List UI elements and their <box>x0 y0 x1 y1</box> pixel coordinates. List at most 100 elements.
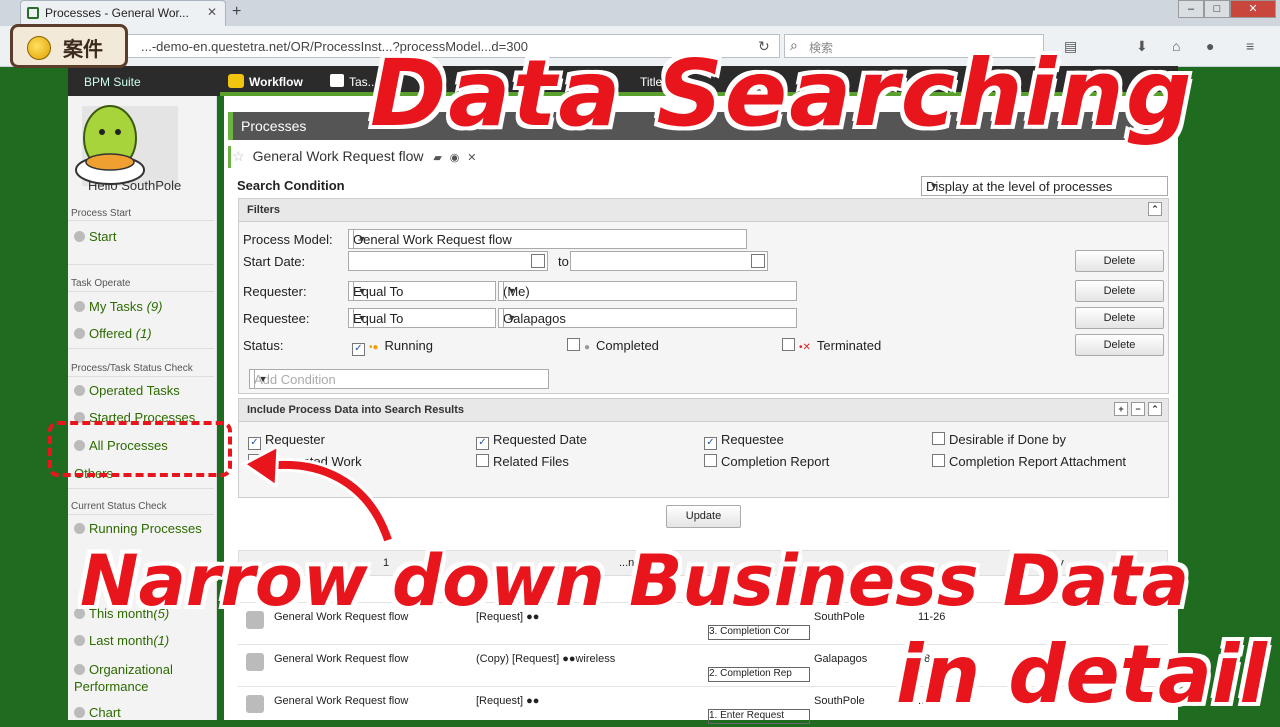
start-date-label: Start Date: <box>243 254 306 269</box>
status-running-checkbox[interactable]: ✓ •● Running <box>352 338 433 356</box>
tag-icon[interactable]: ▰ <box>433 152 441 164</box>
checkbox-checked[interactable]: ✓ <box>352 343 365 356</box>
row-title[interactable]: (Copy) [Request] ●●wireless <box>476 653 615 665</box>
requester-label: Requester: <box>243 284 307 299</box>
row-title[interactable]: [Request] ●● <box>476 695 539 707</box>
sidebar-item-start[interactable]: Start <box>74 229 116 244</box>
field-related-files-checkbox[interactable]: Related Files <box>476 454 569 469</box>
delete-button[interactable]: Delete <box>1075 307 1164 329</box>
checkbox-unchecked[interactable] <box>704 454 717 467</box>
coin-icon <box>27 36 51 60</box>
flow-title-accent <box>228 146 231 168</box>
requester-operator-select[interactable]: Equal To ▼ <box>348 281 496 301</box>
checkbox-unchecked[interactable] <box>782 338 795 351</box>
running-icon: •● <box>369 342 379 353</box>
update-button[interactable]: Update <box>666 505 741 528</box>
divider <box>68 220 214 221</box>
status-terminated-checkbox[interactable]: •✕ Terminated <box>782 338 881 353</box>
sidebar-item-label: Organizational Performance <box>74 662 173 694</box>
section-current-status: Current Status Check <box>71 501 167 512</box>
sidebar-item-operated-tasks[interactable]: Operated Tasks <box>74 383 180 398</box>
checkbox-unchecked[interactable] <box>476 454 489 467</box>
plus-icon[interactable]: + <box>1114 402 1128 416</box>
magnifier-icon[interactable] <box>246 653 264 671</box>
checkbox-unchecked[interactable] <box>932 432 945 445</box>
checkbox-checked[interactable]: ✓ <box>704 437 717 450</box>
field-label: Completion Report <box>721 454 830 469</box>
badge-label: 案件 <box>63 39 103 61</box>
process-model-select[interactable]: General Work Request flow ▼ <box>348 229 747 249</box>
sidebar: Hello SouthPole Process Start Start Task… <box>68 96 217 720</box>
row-user: Galapagos <box>814 653 868 665</box>
offered-count: (1) <box>135 326 152 341</box>
chevron-down-icon: ▼ <box>503 282 520 300</box>
sidebar-item-offered[interactable]: Offered (1) <box>74 326 152 341</box>
row-step: 3. Completion Cor <box>708 625 810 640</box>
delete-button[interactable]: Delete <box>1075 250 1164 272</box>
running-processes-icon <box>74 523 85 534</box>
calendar-icon[interactable] <box>751 254 765 268</box>
field-desirable-checkbox[interactable]: Desirable if Done by <box>932 432 1066 447</box>
browser-tab[interactable]: Processes - General Wor... ✕ <box>20 0 226 26</box>
row-step: 2. Completion Rep <box>708 667 810 682</box>
sidebar-item-last-month[interactable]: Last month(1) <box>74 633 169 648</box>
row-flow-name: General Work Request flow <box>274 653 409 665</box>
chat-icon[interactable]: ● <box>1206 38 1214 54</box>
collapse-icon[interactable]: ⌃ <box>1148 402 1162 416</box>
close-window-icon[interactable]: ✕ <box>1230 0 1276 18</box>
search-condition-label: Search Condition <box>237 178 345 193</box>
include-title: Include Process Data into Search Results <box>247 404 465 416</box>
sidebar-item-running-processes[interactable]: Running Processes <box>74 521 202 536</box>
add-condition-select[interactable]: Add Condition ▼ <box>249 369 549 389</box>
status-label: Status: <box>243 338 284 353</box>
requestee-value-select[interactable]: Galapagos ▼ <box>498 308 797 328</box>
chevron-down-icon: ▼ <box>929 181 939 191</box>
field-completion-attachment-checkbox[interactable]: Completion Report Attachment <box>932 454 1126 469</box>
minus-icon[interactable]: − <box>1131 402 1145 416</box>
close-tab-icon[interactable]: ✕ <box>207 5 217 19</box>
sidebar-item-chart[interactable]: Chart <box>74 705 121 720</box>
divider <box>68 488 214 489</box>
delete-button[interactable]: Delete <box>1075 334 1164 356</box>
last-month-icon <box>74 635 85 646</box>
requester-value-select[interactable]: (Me) ▼ <box>498 281 797 301</box>
sidebar-item-my-tasks[interactable]: My Tasks (9) <box>74 299 162 314</box>
field-label: Requested Date <box>493 432 587 447</box>
display-level-select[interactable]: Display at the level of processes ▼ <box>921 176 1168 196</box>
section-task-operate: Task Operate <box>71 278 131 289</box>
workflow-icon <box>228 74 244 88</box>
last-month-count: (1) <box>153 633 170 648</box>
chart-icon <box>74 707 85 718</box>
field-completion-report-checkbox[interactable]: Completion Report <box>704 454 829 469</box>
menu-icon[interactable]: ≡ <box>1246 38 1254 54</box>
divider <box>68 376 214 377</box>
start-date-from-field[interactable] <box>348 251 548 271</box>
new-tab-icon[interactable]: + <box>232 3 241 21</box>
minimize-icon[interactable]: – <box>1178 0 1204 18</box>
calendar-icon[interactable] <box>531 254 545 268</box>
checkbox-checked[interactable]: ✓ <box>476 437 489 450</box>
flow-name: General Work Request flow <box>252 148 424 164</box>
watch-icon[interactable]: ◉ <box>450 152 460 164</box>
star-icon[interactable]: ☆ <box>232 148 245 164</box>
field-requested-date-checkbox[interactable]: ✓ Requested Date <box>476 432 587 450</box>
collapse-icon[interactable]: ⌃ <box>1148 202 1162 216</box>
start-date-to-field[interactable] <box>570 251 768 271</box>
delete-button[interactable]: Delete <box>1075 280 1164 302</box>
magnifier-icon[interactable] <box>246 695 264 713</box>
to-label: to <box>558 254 569 269</box>
field-requestee-checkbox[interactable]: ✓ Requestee <box>704 432 784 450</box>
status-running-label: Running <box>384 338 433 353</box>
highlight-box <box>48 421 232 477</box>
status-completed-checkbox[interactable]: ● Completed <box>567 338 659 353</box>
tasks-icon <box>74 301 85 312</box>
checkbox-unchecked[interactable] <box>932 454 945 467</box>
mascot-icon <box>70 96 180 186</box>
pin-icon[interactable]: ✕ <box>467 152 476 164</box>
page-title: Processes <box>241 118 307 134</box>
sidebar-item-org-performance[interactable]: Organizational Performance <box>74 661 194 695</box>
maximize-icon[interactable]: □ <box>1204 0 1230 18</box>
requestee-operator-select[interactable]: Equal To ▼ <box>348 308 496 328</box>
nav-workflow[interactable]: Workflow <box>249 75 303 89</box>
checkbox-unchecked[interactable] <box>567 338 580 351</box>
